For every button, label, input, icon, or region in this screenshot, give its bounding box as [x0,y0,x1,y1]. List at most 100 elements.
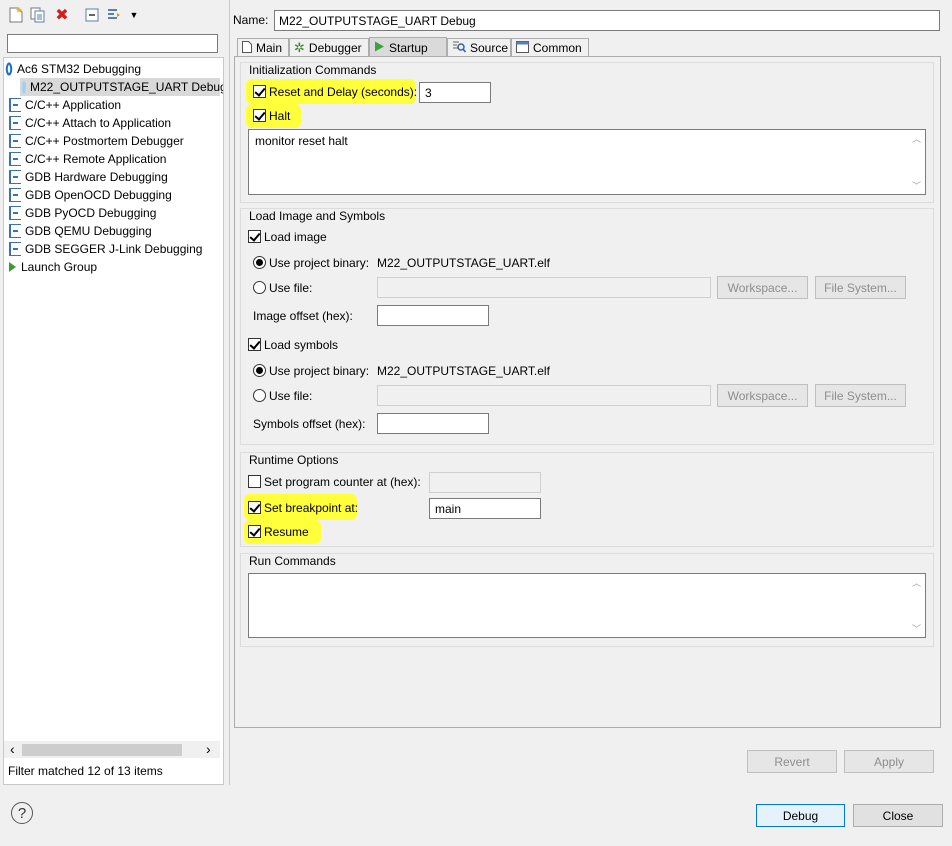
debug-button[interactable]: Debug [756,804,845,827]
collapse-all-icon[interactable] [84,7,100,23]
filter-input[interactable] [7,34,218,53]
load-image-symbols-group [240,208,934,445]
init-commands-text: monitor reset halt [255,134,348,148]
help-icon[interactable]: ? [11,802,33,824]
filter-status: Filter matched 12 of 13 items [8,764,163,778]
tree-item-label: C/C++ Postmortem Debugger [25,134,184,148]
tree-item-label: C/C++ Attach to Application [25,116,172,130]
group-title: Load Image and Symbols [249,209,386,223]
tab-debugger[interactable]: ✲ Debugger [289,38,369,57]
tab-main[interactable]: Main [237,38,289,57]
image-use-project-binary-radio[interactable] [253,256,266,269]
symbols-offset-field[interactable] [377,413,489,434]
tree-item-gdb-qemu[interactable]: GDB QEMU Debugging [9,222,152,240]
symbols-use-project-binary-radio[interactable] [253,364,266,377]
symbols-binary-value: M22_OUTPUTSTAGE_UART.elf [377,364,550,378]
source-lookup-icon [452,40,467,56]
reset-delay-field[interactable] [419,82,491,103]
tree-item-cpp-remote[interactable]: C/C++ Remote Application [9,150,166,168]
common-window-icon [516,40,529,56]
filter-configs-icon[interactable] [106,7,122,23]
image-offset-field[interactable] [377,305,489,326]
tree-item-label: Ac6 STM32 Debugging [17,62,142,76]
image-offset-label: Image offset (hex): [253,309,353,323]
symbols-offset-label: Symbols offset (hex): [253,417,366,431]
load-symbols-checkbox[interactable] [248,338,261,351]
scroll-up-icon[interactable]: ︿ [908,576,925,589]
use-file-label: Use file: [269,389,313,403]
tree-item-label: C/C++ Remote Application [25,152,167,166]
tree-item-label: GDB QEMU Debugging [25,224,152,238]
image-binary-value: M22_OUTPUTSTAGE_UART.elf [377,256,550,270]
set-breakpoint-checkbox[interactable] [248,501,261,514]
tree-item-cpp-attach[interactable]: C/C++ Attach to Application [9,114,171,132]
symbols-use-file-radio[interactable] [253,389,266,402]
scroll-left-icon[interactable]: ‹ [10,741,15,757]
reset-delay-checkbox[interactable] [253,85,266,98]
set-pc-field [429,472,541,493]
close-button[interactable]: Close [853,804,943,827]
image-file-field [377,277,711,298]
tree-item-cpp-application[interactable]: C/C++ Application [9,96,121,114]
group-title: Runtime Options [249,453,339,467]
tree-item-ac6-stm32-debugging[interactable]: Ac6 STM32 Debugging [5,60,141,78]
startup-play-icon [374,41,385,55]
tree-item-label: GDB OpenOCD Debugging [25,188,172,202]
tab-startup[interactable]: Startup [369,37,447,57]
new-config-icon[interactable] [8,7,24,23]
symbols-filesystem-button[interactable]: File System... [815,384,906,407]
tree-item-gdb-segger-jlink[interactable]: GDB SEGGER J-Link Debugging [9,240,202,258]
config-type-icon [9,152,21,166]
tab-label: Common [533,41,582,55]
config-type-icon [9,224,21,238]
tree-item-m22-outputstage-uart-debug[interactable]: M22_OUTPUTSTAGE_UART Debug [20,78,223,96]
tree-item-launch-group[interactable]: Launch Group [7,258,97,276]
halt-label: Halt [269,109,291,123]
tab-source[interactable]: Source [447,38,511,57]
group-title: Run Commands [249,554,336,568]
use-project-binary-label: Use project binary: [269,256,370,270]
halt-checkbox[interactable] [253,109,266,122]
config-type-icon [9,134,21,148]
revert-button[interactable]: Revert [747,750,837,773]
tree-item-gdb-pyocd[interactable]: GDB PyOCD Debugging [9,204,156,222]
tab-common[interactable]: Common [511,38,589,57]
resume-checkbox[interactable] [248,525,261,538]
name-field[interactable] [274,10,940,31]
tab-label: Main [256,41,283,55]
use-project-binary-label: Use project binary: [269,364,370,378]
ac6-config-type-icon [5,62,13,76]
view-menu-chevron-down-icon[interactable]: ▼ [126,7,142,23]
load-image-label: Load image [264,230,327,244]
scrollbar-thumb[interactable] [22,744,182,756]
config-type-icon [9,242,21,256]
image-use-file-radio[interactable] [253,281,266,294]
tab-label: Startup [389,40,428,55]
scroll-down-icon[interactable]: ﹀ [908,179,925,192]
group-title: Initialization Commands [249,63,377,77]
tree-item-gdb-openocd[interactable]: GDB OpenOCD Debugging [9,186,172,204]
image-workspace-button[interactable]: Workspace... [717,276,808,299]
resume-label: Resume [264,525,309,539]
scroll-up-icon[interactable]: ︿ [908,132,925,145]
tree-item-cpp-postmortem[interactable]: C/C++ Postmortem Debugger [9,132,184,150]
set-pc-checkbox[interactable] [248,475,261,488]
duplicate-config-icon[interactable] [30,7,46,23]
breakpoint-field[interactable] [429,498,541,519]
delete-config-icon[interactable]: ✖ [54,7,70,24]
load-symbols-label: Load symbols [264,338,339,352]
use-file-label: Use file: [269,281,313,295]
scroll-right-icon[interactable]: › [206,741,211,757]
config-type-icon [9,188,21,202]
set-pc-label: Set program counter at (hex): [264,475,421,489]
image-filesystem-button[interactable]: File System... [815,276,906,299]
scroll-down-icon[interactable]: ﹀ [908,622,925,635]
apply-button[interactable]: Apply [844,750,934,773]
symbols-workspace-button[interactable]: Workspace... [717,384,808,407]
main-tab-icon [242,40,252,56]
tree-item-label: Launch Group [21,260,98,274]
init-commands-textarea[interactable]: monitor reset halt ︿ ﹀ [248,129,926,195]
run-commands-textarea[interactable]: ︿ ﹀ [248,573,926,638]
load-image-checkbox[interactable] [248,230,261,243]
tree-item-gdb-hardware[interactable]: GDB Hardware Debugging [9,168,168,186]
